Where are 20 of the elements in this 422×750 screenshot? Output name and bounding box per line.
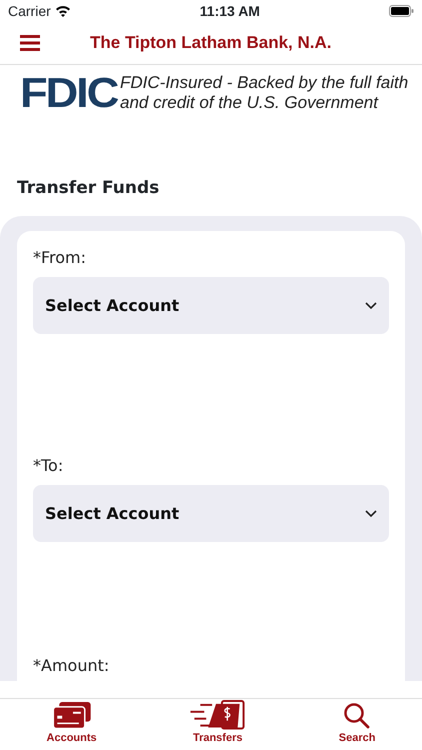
field-label: *From: — [33, 247, 88, 269]
carrier-name: Carrier — [8, 2, 51, 20]
menu-icon[interactable] — [20, 35, 40, 51]
wifi-icon — [54, 5, 71, 17]
bank-title: The Tipton Latham Bank, N.A. — [90, 32, 332, 54]
field-label: *To: — [33, 455, 64, 477]
page-title: Transfer Funds — [17, 177, 160, 200]
battery-icon — [389, 5, 414, 17]
fdic-logo: FDIC — [20, 72, 118, 114]
tab-button[interactable]: Accounts — [0, 699, 144, 750]
chevron-down-icon — [365, 510, 377, 518]
tab-button[interactable]: Search — [292, 699, 422, 750]
account-dropdown[interactable]: Select Account — [33, 277, 389, 334]
account-dropdown[interactable]: Select Account — [33, 485, 389, 542]
tab-button[interactable]: Transfers — [143, 699, 292, 750]
fdic-notice: FDIC-Insured - Backed by the full faith and credit of the U.S. Government — [120, 73, 410, 113]
clock-time: 11:13 AM — [200, 2, 260, 20]
chevron-down-icon — [365, 302, 377, 310]
field-label: *Amount: — [33, 655, 110, 677]
search-icon — [343, 702, 372, 730]
